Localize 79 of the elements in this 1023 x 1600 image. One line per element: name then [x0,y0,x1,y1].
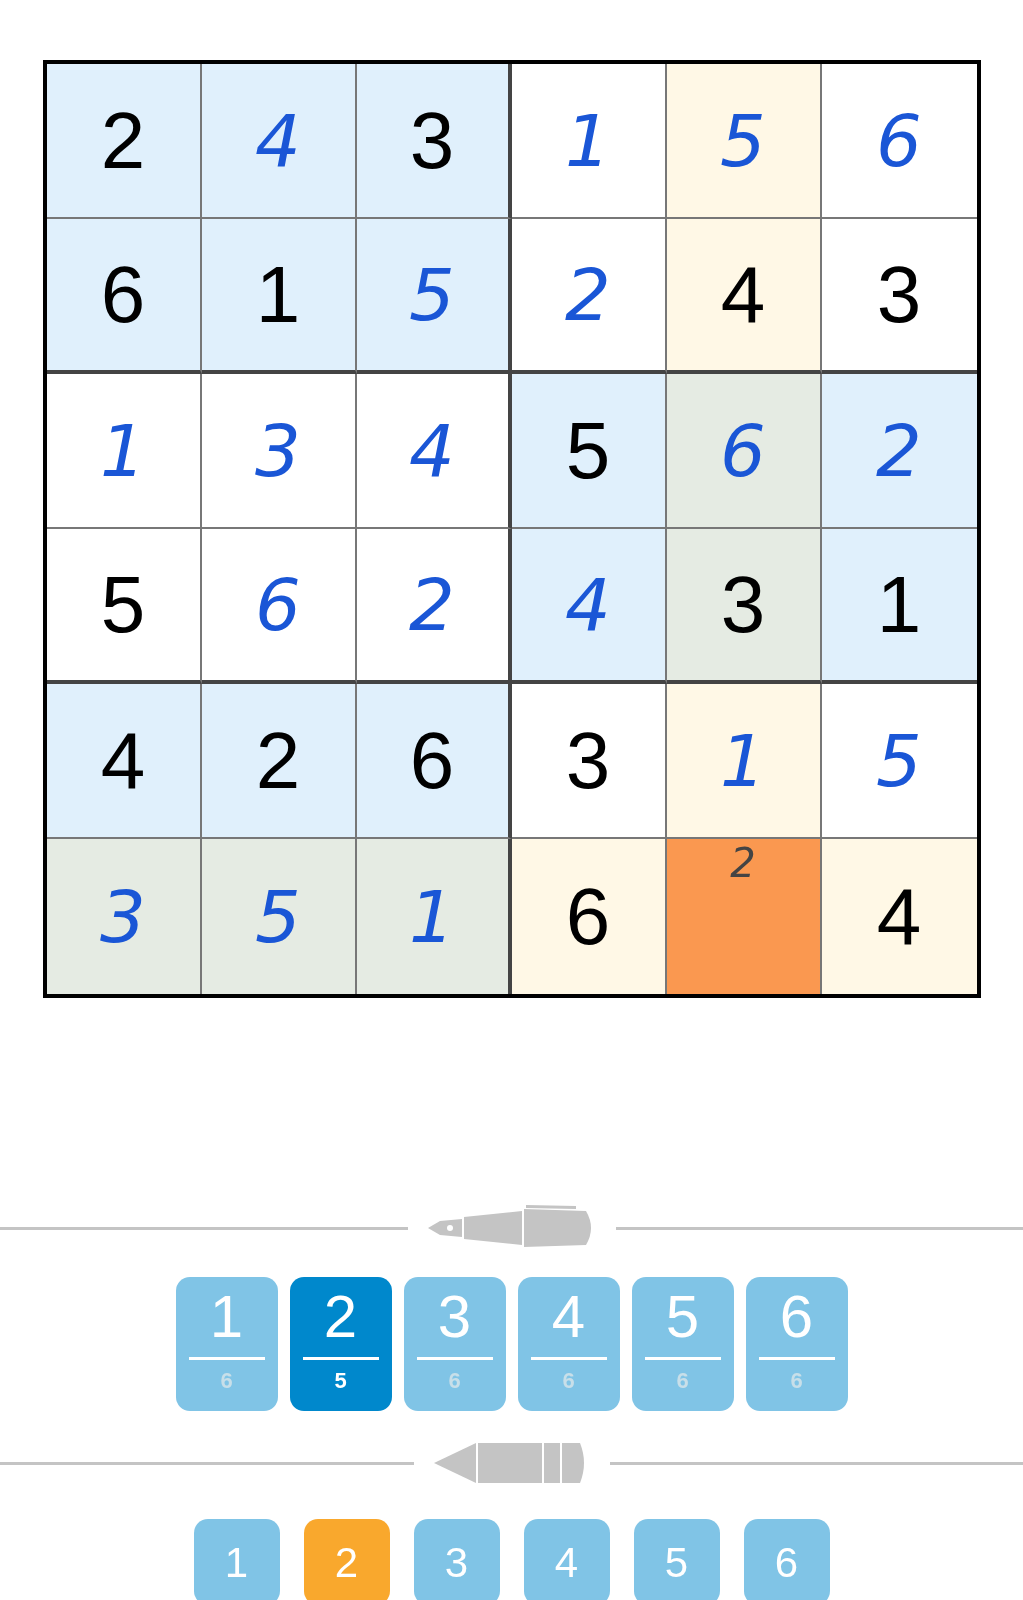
pencil-note: 2 [729,843,757,883]
grid-cell[interactable]: 5 [201,839,357,994]
entered-digit: 1 [565,104,611,177]
given-digit: 2 [255,720,301,801]
grid-cell[interactable]: 1 [201,219,357,374]
entered-digit: 2 [876,414,922,487]
remaining-count: 5 [334,1367,347,1395]
entered-digit: 4 [409,414,455,487]
grid-cell[interactable]: 4 [666,219,822,374]
given-digit: 3 [876,254,922,335]
grid-cell[interactable]: 6 [201,529,357,684]
remaining-count: 6 [448,1367,461,1395]
entered-digit: 6 [876,104,922,177]
grid-cell[interactable]: 4 [821,839,977,994]
given-digit: 6 [409,720,455,801]
grid-cell[interactable]: 1 [821,529,977,684]
grid-cell[interactable]: 5 [511,374,667,529]
given-digit: 4 [100,720,146,801]
given-digit: 4 [876,876,922,957]
given-digit: 4 [720,254,766,335]
grid-cell[interactable]: 2 [666,839,822,994]
entered-digit: 3 [100,880,146,953]
entered-digit: 1 [409,880,455,953]
grid-cell[interactable]: 1 [666,684,822,839]
digit-button[interactable]: 2 5 [289,1277,392,1411]
grid-cell[interactable]: 3 [821,219,977,374]
given-digit: 1 [255,254,301,335]
given-digit: 5 [100,564,146,645]
entered-digit: 5 [409,258,455,331]
grid-cell[interactable]: 1 [511,64,667,219]
entered-digit: 2 [409,568,455,641]
grid-cell[interactable]: 2 [511,219,667,374]
grid-cell[interactable]: 6 [356,684,512,839]
grid-cell[interactable]: 3 [666,529,822,684]
entered-digit: 5 [876,724,922,797]
grid-cell[interactable]: 5 [821,684,977,839]
grid-cell[interactable]: 5 [666,64,822,219]
grid-cell[interactable]: 3 [46,839,202,994]
given-digit: 6 [565,876,611,957]
grid-cell[interactable]: 6 [46,219,202,374]
remaining-count: 6 [676,1367,689,1395]
entered-digit: 1 [720,724,766,797]
grid-cell[interactable]: 3 [356,64,512,219]
entered-digit: 3 [255,414,301,487]
given-digit: 6 [100,254,146,335]
remaining-count: 6 [220,1367,233,1395]
grid-cell[interactable]: 3 [511,684,667,839]
entered-digit: 6 [720,414,766,487]
entered-digit: 6 [255,568,301,641]
grid-cell[interactable]: 1 [46,374,202,529]
grid-cell[interactable]: 6 [511,839,667,994]
grid-cell[interactable]: 2 [46,64,202,219]
grid-cell[interactable]: 6 [666,374,822,529]
remaining-count: 6 [562,1367,575,1395]
entered-digit: 5 [720,104,766,177]
given-digit: 3 [409,100,455,181]
grid-cell[interactable]: 2 [356,529,512,684]
entered-digit: 4 [255,104,301,177]
grid-cell[interactable]: 4 [201,64,357,219]
grid-cell[interactable]: 5 [356,219,512,374]
remaining-count: 6 [790,1367,803,1395]
grid-cell[interactable]: 4 [356,374,512,529]
grid-cell[interactable]: 2 [201,684,357,839]
given-digit: 2 [100,100,146,181]
grid-cell[interactable]: 6 [821,64,977,219]
entered-digit: 1 [100,414,146,487]
grid-cell[interactable]: 2 [821,374,977,529]
entered-digit: 5 [255,880,301,953]
given-digit: 3 [565,720,611,801]
entered-digit: 4 [565,568,611,641]
grid-cell[interactable]: 1 [356,839,512,994]
grid-cell[interactable]: 4 [511,529,667,684]
given-digit: 3 [720,564,766,645]
given-digit: 1 [876,564,922,645]
given-digit: 5 [565,410,611,491]
entered-digit: 2 [565,258,611,331]
grid-cell[interactable]: 5 [46,529,202,684]
grid-cell[interactable]: 4 [46,684,202,839]
grid-cell[interactable]: 3 [201,374,357,529]
